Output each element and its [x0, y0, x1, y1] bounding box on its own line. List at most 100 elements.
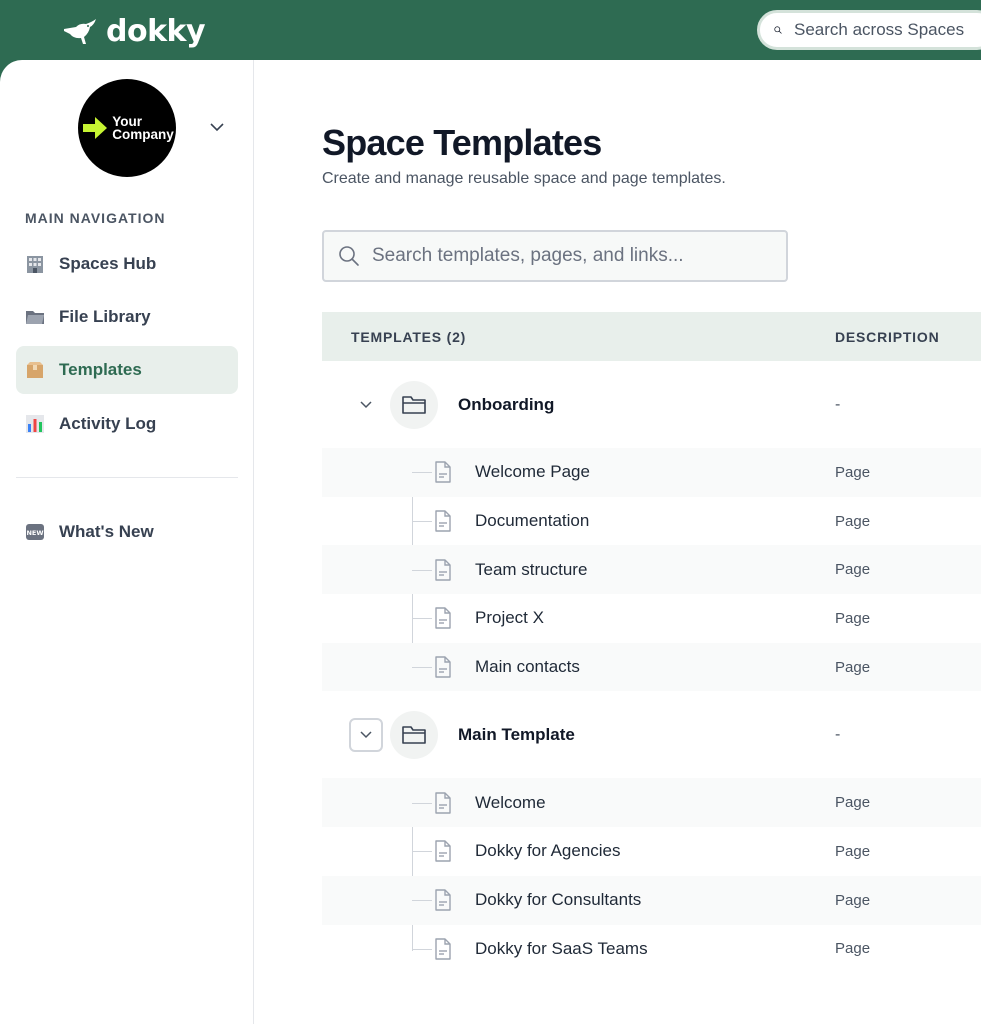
collapse-toggle[interactable] — [349, 388, 383, 422]
template-page-name: Documentation — [475, 511, 590, 531]
tree-branch — [412, 521, 432, 523]
sidebar-item-spaces-hub[interactable]: Spaces Hub — [16, 240, 238, 288]
template-group-description: - — [835, 395, 841, 413]
template-page-name: Dokky for Consultants — [475, 890, 642, 910]
company-line-2: Company — [112, 127, 174, 142]
tree-branch — [412, 802, 432, 804]
tree-branch — [412, 569, 432, 571]
template-page-type: Page — [835, 794, 871, 812]
template-page-name: Project X — [475, 608, 544, 628]
app-name: dokky — [106, 14, 206, 49]
document-icon — [435, 656, 451, 678]
tree-branch — [412, 618, 432, 620]
template-page-row[interactable]: Dokky for SaaS Teams Page — [322, 925, 981, 974]
template-page-type: Page — [835, 512, 871, 530]
app-logo[interactable]: dokky — [62, 14, 206, 49]
template-page-row[interactable]: Main contacts Page — [322, 642, 981, 692]
template-page-name: Welcome — [475, 792, 546, 812]
folder-badge — [390, 710, 438, 759]
template-page-row[interactable]: Project X Page — [322, 594, 981, 643]
chevron-down-icon[interactable] — [208, 118, 226, 136]
chevron-down-icon — [360, 731, 372, 738]
folder-icon — [402, 395, 426, 414]
new-badge-icon: NEW — [25, 522, 45, 542]
template-children: Welcome Page Dokky for Agencies Page Dok… — [322, 778, 981, 973]
nav-heading: MAIN NAVIGATION — [25, 210, 166, 226]
search-icon — [339, 246, 359, 266]
template-page-type: Page — [835, 940, 871, 958]
template-page-row[interactable]: Welcome Page Page — [322, 448, 981, 497]
main-content: Space Templates Create and manage reusab… — [254, 60, 981, 1024]
sidebar-item-templates[interactable]: Templates — [16, 346, 238, 394]
tree-branch — [412, 851, 432, 853]
sidebar-item-label: Templates — [59, 360, 142, 379]
sidebar-item-label: Activity Log — [59, 414, 157, 433]
collapse-toggle[interactable] — [349, 717, 383, 752]
document-icon — [435, 840, 451, 863]
template-page-type: Page — [835, 463, 871, 481]
box-icon — [25, 360, 45, 380]
template-page-row[interactable]: Welcome Page — [322, 778, 981, 828]
company-name: Your Company — [112, 115, 174, 142]
template-page-name: Dokky for SaaS Teams — [475, 938, 648, 958]
office-building-icon — [25, 254, 45, 274]
template-children: Welcome Page Page Documentation Page Tea… — [322, 448, 981, 692]
document-icon — [435, 461, 451, 484]
template-page-row[interactable]: Dokky for Agencies Page — [322, 827, 981, 876]
chevron-down-icon — [360, 400, 372, 408]
global-search-input[interactable] — [794, 20, 981, 40]
template-page-type: Page — [835, 658, 871, 676]
document-icon — [435, 938, 451, 960]
tree-branch — [412, 948, 432, 950]
document-icon — [435, 792, 451, 814]
template-group-row[interactable]: Main Template - — [322, 691, 981, 778]
tree-branch — [412, 900, 432, 902]
template-group-row[interactable]: Onboarding - — [322, 361, 981, 448]
template-page-row[interactable]: Team structure Page — [322, 545, 981, 595]
page-title: Space Templates — [322, 122, 602, 163]
global-search[interactable] — [757, 10, 981, 50]
search-icon — [774, 26, 782, 34]
column-header-description: DESCRIPTION — [835, 328, 940, 345]
template-search[interactable] — [322, 230, 788, 282]
document-icon — [435, 559, 451, 581]
tree-branch — [412, 472, 432, 474]
tree-branch — [412, 667, 432, 669]
document-icon — [435, 510, 451, 532]
template-page-name: Welcome Page — [475, 462, 590, 482]
column-header-templates: TEMPLATES (2) — [351, 328, 467, 345]
templates-table: TEMPLATES (2) DESCRIPTION Onboarding - W… — [322, 312, 981, 973]
sidebar-item-label: File Library — [59, 307, 151, 326]
template-page-type: Page — [835, 561, 871, 579]
folder-badge — [390, 380, 438, 429]
company-logo[interactable]: Your Company — [78, 79, 176, 177]
sidebar-item-label: What's New — [59, 522, 154, 541]
document-icon — [435, 607, 451, 630]
sidebar-item-activity-log[interactable]: Activity Log — [16, 400, 238, 448]
nav-divider — [16, 477, 238, 478]
sidebar: Your Company MAIN NAVIGATION Spaces Hub … — [0, 60, 254, 1024]
sidebar-item-file-library[interactable]: File Library — [16, 293, 238, 341]
page-subtitle: Create and manage reusable space and pag… — [322, 170, 726, 187]
table-header: TEMPLATES (2) DESCRIPTION — [322, 312, 981, 361]
template-page-name: Main contacts — [475, 657, 580, 677]
svg-text:NEW: NEW — [26, 529, 43, 537]
template-page-name: Team structure — [475, 559, 588, 579]
template-page-type: Page — [835, 891, 871, 909]
sidebar-item-label: Spaces Hub — [59, 254, 157, 273]
template-page-type: Page — [835, 842, 871, 860]
template-group-description: - — [835, 725, 841, 743]
template-group-name: Onboarding — [458, 394, 555, 414]
document-icon — [435, 889, 451, 911]
template-search-input[interactable] — [372, 245, 772, 267]
main-panel: Your Company MAIN NAVIGATION Spaces Hub … — [0, 60, 981, 1024]
bird-logo-icon — [64, 18, 96, 44]
sidebar-item-whats-new[interactable]: NEW What's New — [16, 508, 238, 556]
arrow-right-icon — [83, 117, 108, 139]
template-group-name: Main Template — [458, 724, 575, 744]
template-page-row[interactable]: Dokky for Consultants Page — [322, 875, 981, 925]
folder-icon — [25, 307, 45, 327]
template-page-name: Dokky for Agencies — [475, 841, 621, 861]
bar-chart-icon — [25, 414, 45, 434]
template-page-row[interactable]: Documentation Page — [322, 497, 981, 546]
